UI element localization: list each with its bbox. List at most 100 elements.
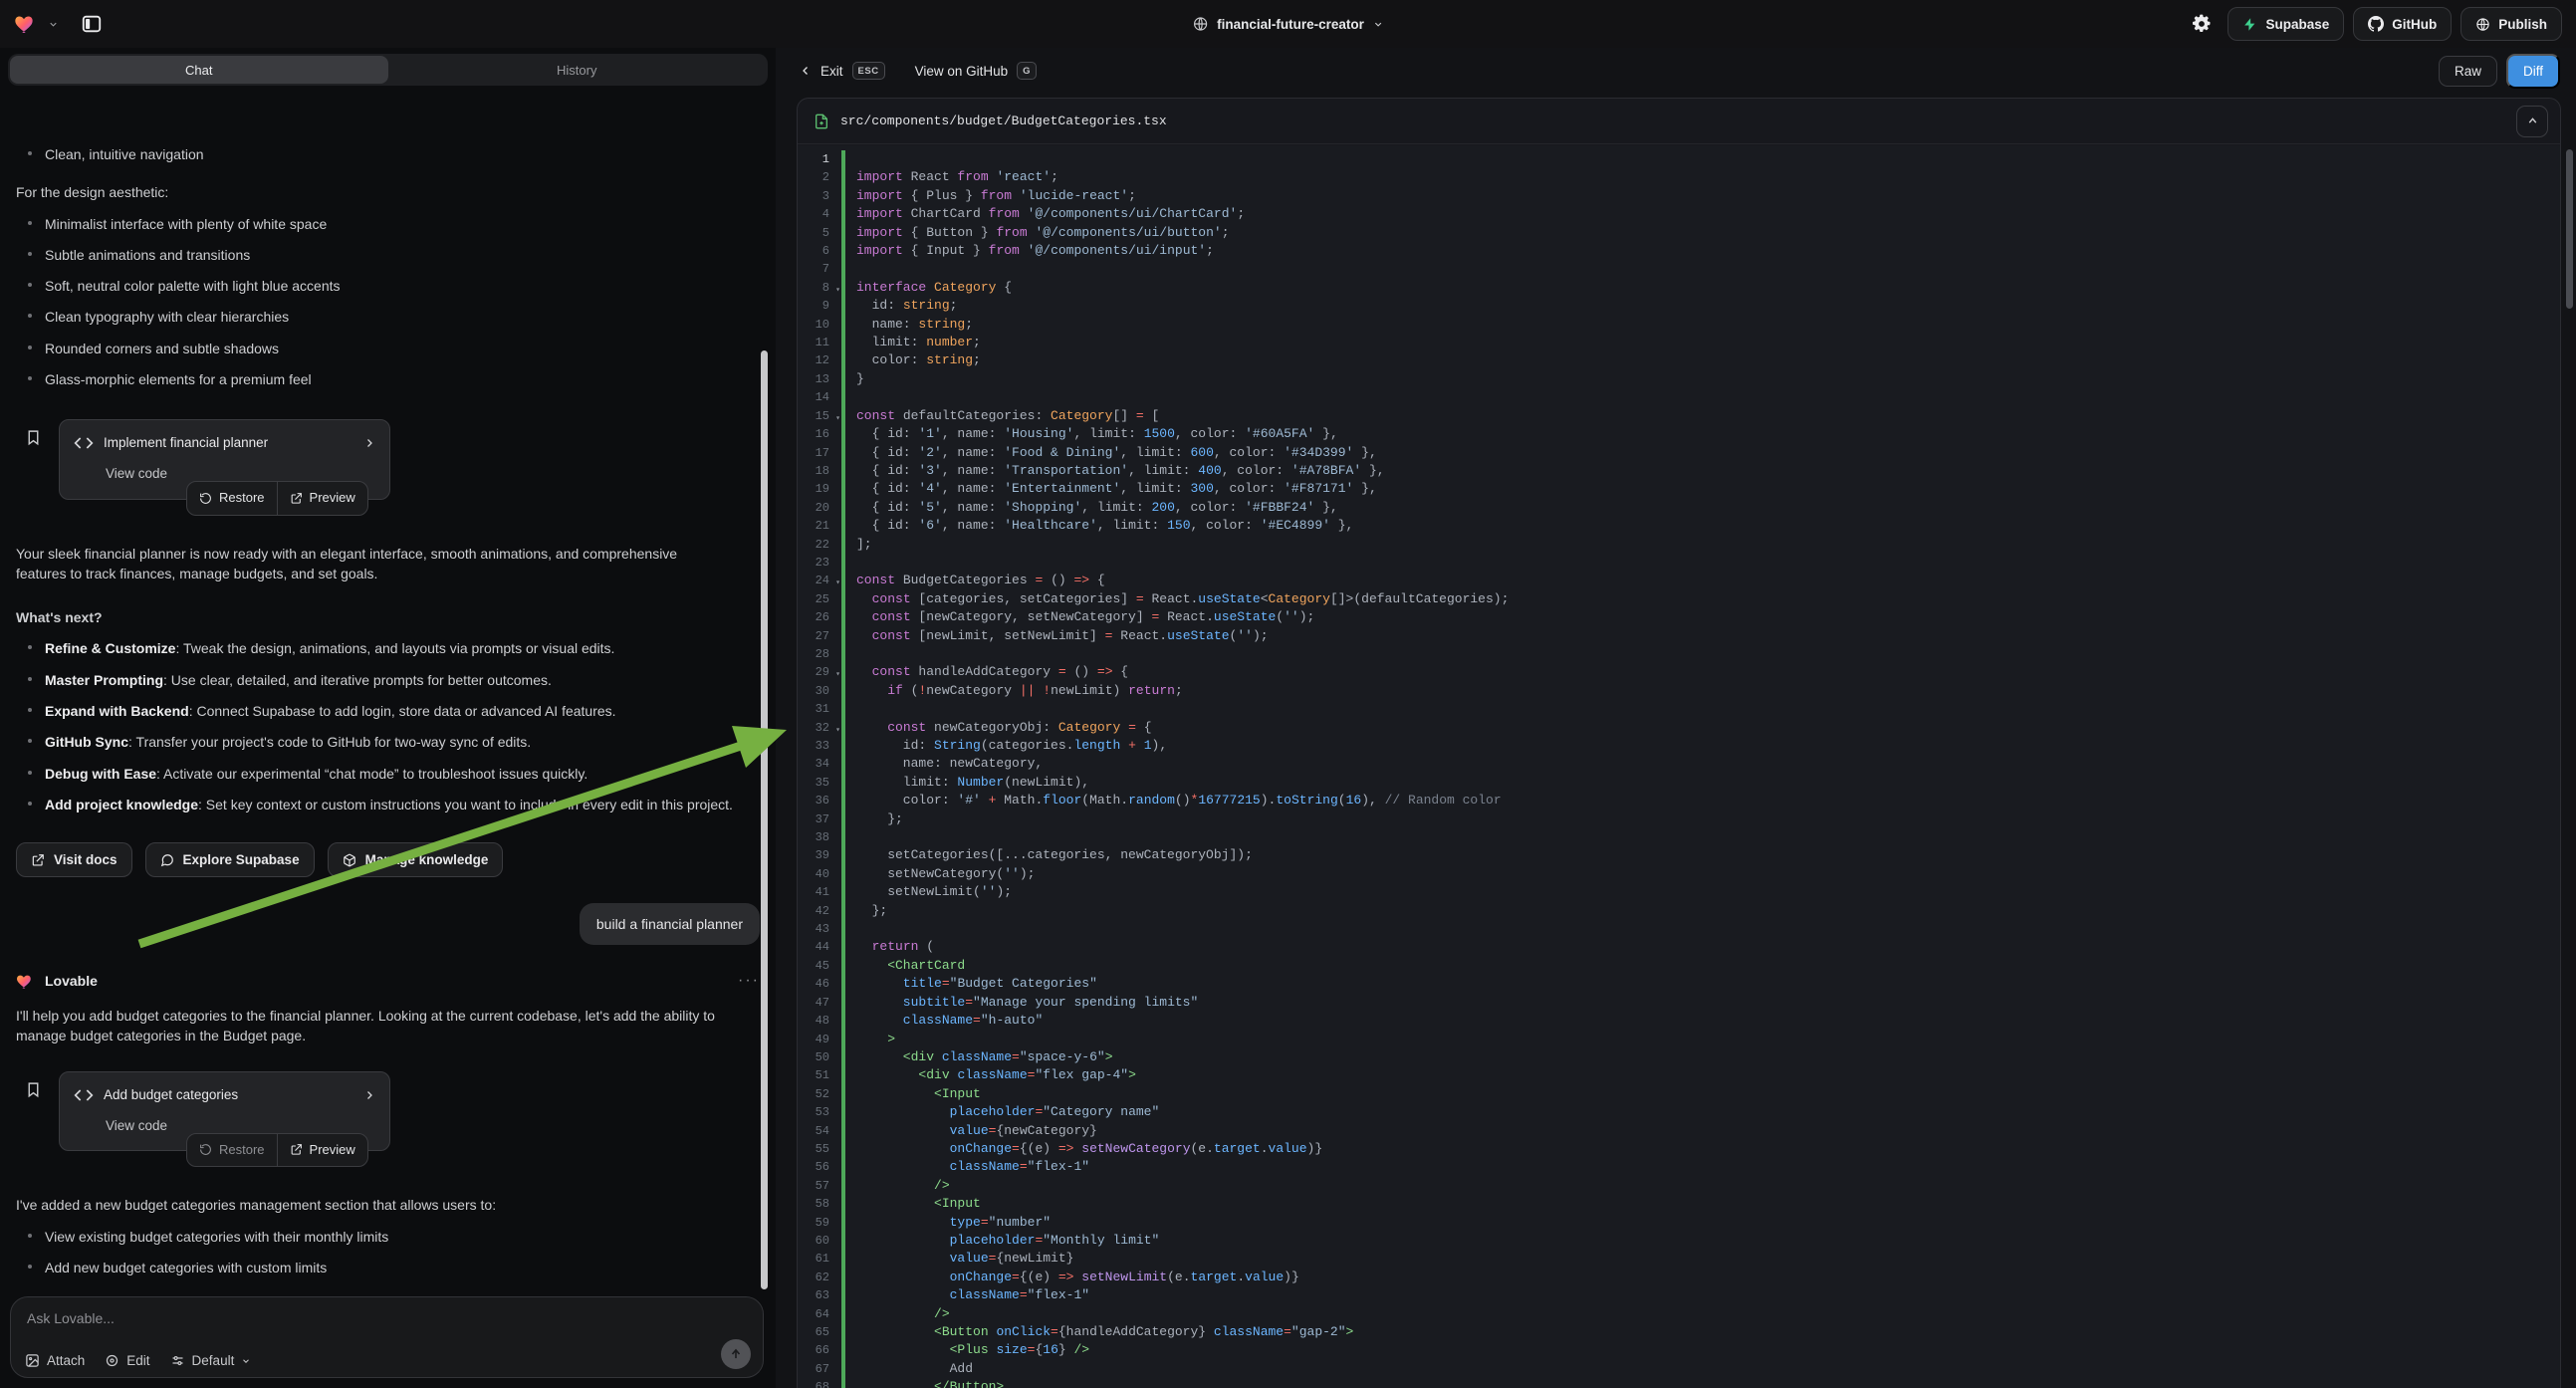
settings-button[interactable] — [2185, 7, 2219, 41]
chat-input[interactable]: Ask Lovable... — [27, 1310, 747, 1326]
collapse-button[interactable] — [2516, 106, 2548, 137]
line-number[interactable]: 61 — [798, 1250, 841, 1268]
tab-chat[interactable]: Chat — [10, 56, 388, 84]
line-number[interactable]: 50 — [798, 1048, 841, 1066]
visit-docs-button[interactable]: Visit docs — [16, 842, 132, 877]
line-number[interactable]: 21 — [798, 517, 841, 535]
exit-button[interactable]: Exit ESC — [800, 62, 885, 80]
version-card[interactable]: Implement financial planner View code Re… — [59, 419, 390, 499]
line-number[interactable]: 63 — [798, 1286, 841, 1304]
line-number[interactable]: 13 — [798, 370, 841, 388]
edit-button[interactable]: Edit — [105, 1353, 149, 1368]
line-number[interactable]: 15▾ — [798, 407, 841, 425]
line-number[interactable]: 30 — [798, 682, 841, 700]
line-number[interactable]: 27 — [798, 627, 841, 645]
line-number[interactable]: 28 — [798, 645, 841, 663]
line-number[interactable]: 32▾ — [798, 719, 841, 737]
line-number[interactable]: 43 — [798, 920, 841, 938]
code-editor[interactable]: 1 2import React from 'react';3import { P… — [798, 145, 2560, 1388]
line-number[interactable]: 44 — [798, 938, 841, 956]
prompt-input-box[interactable]: Ask Lovable... Attach Edit Default — [10, 1296, 764, 1378]
line-number[interactable]: 29▾ — [798, 663, 841, 681]
line-number[interactable]: 8▾ — [798, 279, 841, 297]
bookmark-icon[interactable] — [25, 1081, 42, 1098]
line-number[interactable]: 23 — [798, 554, 841, 572]
line-number[interactable]: 53 — [798, 1103, 841, 1121]
attach-button[interactable]: Attach — [25, 1353, 85, 1368]
line-number[interactable]: 41 — [798, 883, 841, 901]
line-number[interactable]: 59 — [798, 1214, 841, 1232]
line-number[interactable]: 11 — [798, 334, 841, 351]
line-number[interactable]: 2 — [798, 168, 841, 186]
line-number[interactable]: 62 — [798, 1269, 841, 1286]
line-number[interactable]: 56 — [798, 1158, 841, 1176]
github-button[interactable]: GitHub — [2353, 7, 2452, 41]
line-number[interactable]: 33 — [798, 737, 841, 755]
line-number[interactable]: 68 — [798, 1378, 841, 1388]
tab-history[interactable]: History — [388, 56, 767, 84]
line-number[interactable]: 3 — [798, 187, 841, 205]
diff-button[interactable]: Diff — [2506, 54, 2560, 89]
line-number[interactable]: 42 — [798, 902, 841, 920]
line-number[interactable]: 46 — [798, 975, 841, 993]
mode-selector[interactable]: Default — [170, 1353, 252, 1368]
line-number[interactable]: 4 — [798, 205, 841, 223]
line-number[interactable]: 17 — [798, 444, 841, 462]
line-number[interactable]: 38 — [798, 828, 841, 846]
chat-scrollbar[interactable] — [761, 350, 768, 1289]
restore-button[interactable]: Restore — [187, 1134, 277, 1167]
line-number[interactable]: 19 — [798, 480, 841, 498]
line-number[interactable]: 65 — [798, 1323, 841, 1341]
file-header[interactable]: src/components/budget/BudgetCategories.t… — [798, 99, 2560, 144]
line-number[interactable]: 67 — [798, 1360, 841, 1378]
line-number[interactable]: 16 — [798, 425, 841, 443]
line-number[interactable]: 18 — [798, 462, 841, 480]
sidebar-toggle-button[interactable] — [77, 9, 107, 39]
line-number[interactable]: 54 — [798, 1122, 841, 1140]
line-number[interactable]: 31 — [798, 700, 841, 718]
line-number[interactable]: 7 — [798, 260, 841, 278]
line-number[interactable]: 64 — [798, 1305, 841, 1323]
version-card[interactable]: Add budget categories View code Restore … — [59, 1071, 390, 1151]
line-number[interactable]: 10 — [798, 316, 841, 334]
view-on-github-button[interactable]: View on GitHub G — [915, 62, 1037, 80]
line-number[interactable]: 36 — [798, 792, 841, 810]
restore-button[interactable]: Restore — [187, 482, 277, 515]
send-button[interactable] — [721, 1339, 751, 1369]
line-number[interactable]: 37 — [798, 810, 841, 828]
chevron-down-icon[interactable] — [48, 19, 59, 30]
line-number[interactable]: 9 — [798, 297, 841, 315]
line-number[interactable]: 47 — [798, 994, 841, 1012]
line-number[interactable]: 57 — [798, 1177, 841, 1195]
line-number[interactable]: 26 — [798, 608, 841, 626]
supabase-button[interactable]: Supabase — [2227, 7, 2344, 41]
line-number[interactable]: 45 — [798, 957, 841, 975]
line-number[interactable]: 5 — [798, 224, 841, 242]
line-number[interactable]: 34 — [798, 755, 841, 773]
preview-button[interactable]: Preview — [277, 1134, 367, 1167]
line-number[interactable]: 40 — [798, 865, 841, 883]
chat-messages[interactable]: Clean, intuitive navigation For the desi… — [0, 133, 776, 1290]
line-number[interactable]: 20 — [798, 499, 841, 517]
manage-knowledge-button[interactable]: Manage knowledge — [328, 842, 504, 877]
line-number[interactable]: 14 — [798, 388, 841, 406]
project-switcher[interactable]: financial-future-creator — [1192, 0, 1384, 48]
line-number[interactable]: 35 — [798, 774, 841, 792]
line-number[interactable]: 58 — [798, 1195, 841, 1213]
line-number[interactable]: 51 — [798, 1066, 841, 1084]
line-number[interactable]: 60 — [798, 1232, 841, 1250]
line-number[interactable]: 22 — [798, 536, 841, 554]
line-number[interactable]: 1 — [798, 150, 841, 168]
line-number[interactable]: 49 — [798, 1031, 841, 1048]
line-number[interactable]: 39 — [798, 846, 841, 864]
message-menu-button[interactable]: ··· — [738, 969, 760, 992]
bookmark-icon[interactable] — [25, 429, 42, 446]
line-number[interactable]: 25 — [798, 590, 841, 608]
line-number[interactable]: 66 — [798, 1341, 841, 1359]
line-number[interactable]: 12 — [798, 351, 841, 369]
code-scrollbar[interactable] — [2566, 149, 2573, 309]
explore-supabase-button[interactable]: Explore Supabase — [145, 842, 315, 877]
preview-button[interactable]: Preview — [277, 482, 367, 515]
line-number[interactable]: 55 — [798, 1140, 841, 1158]
lovable-logo-icon[interactable] — [14, 12, 38, 36]
